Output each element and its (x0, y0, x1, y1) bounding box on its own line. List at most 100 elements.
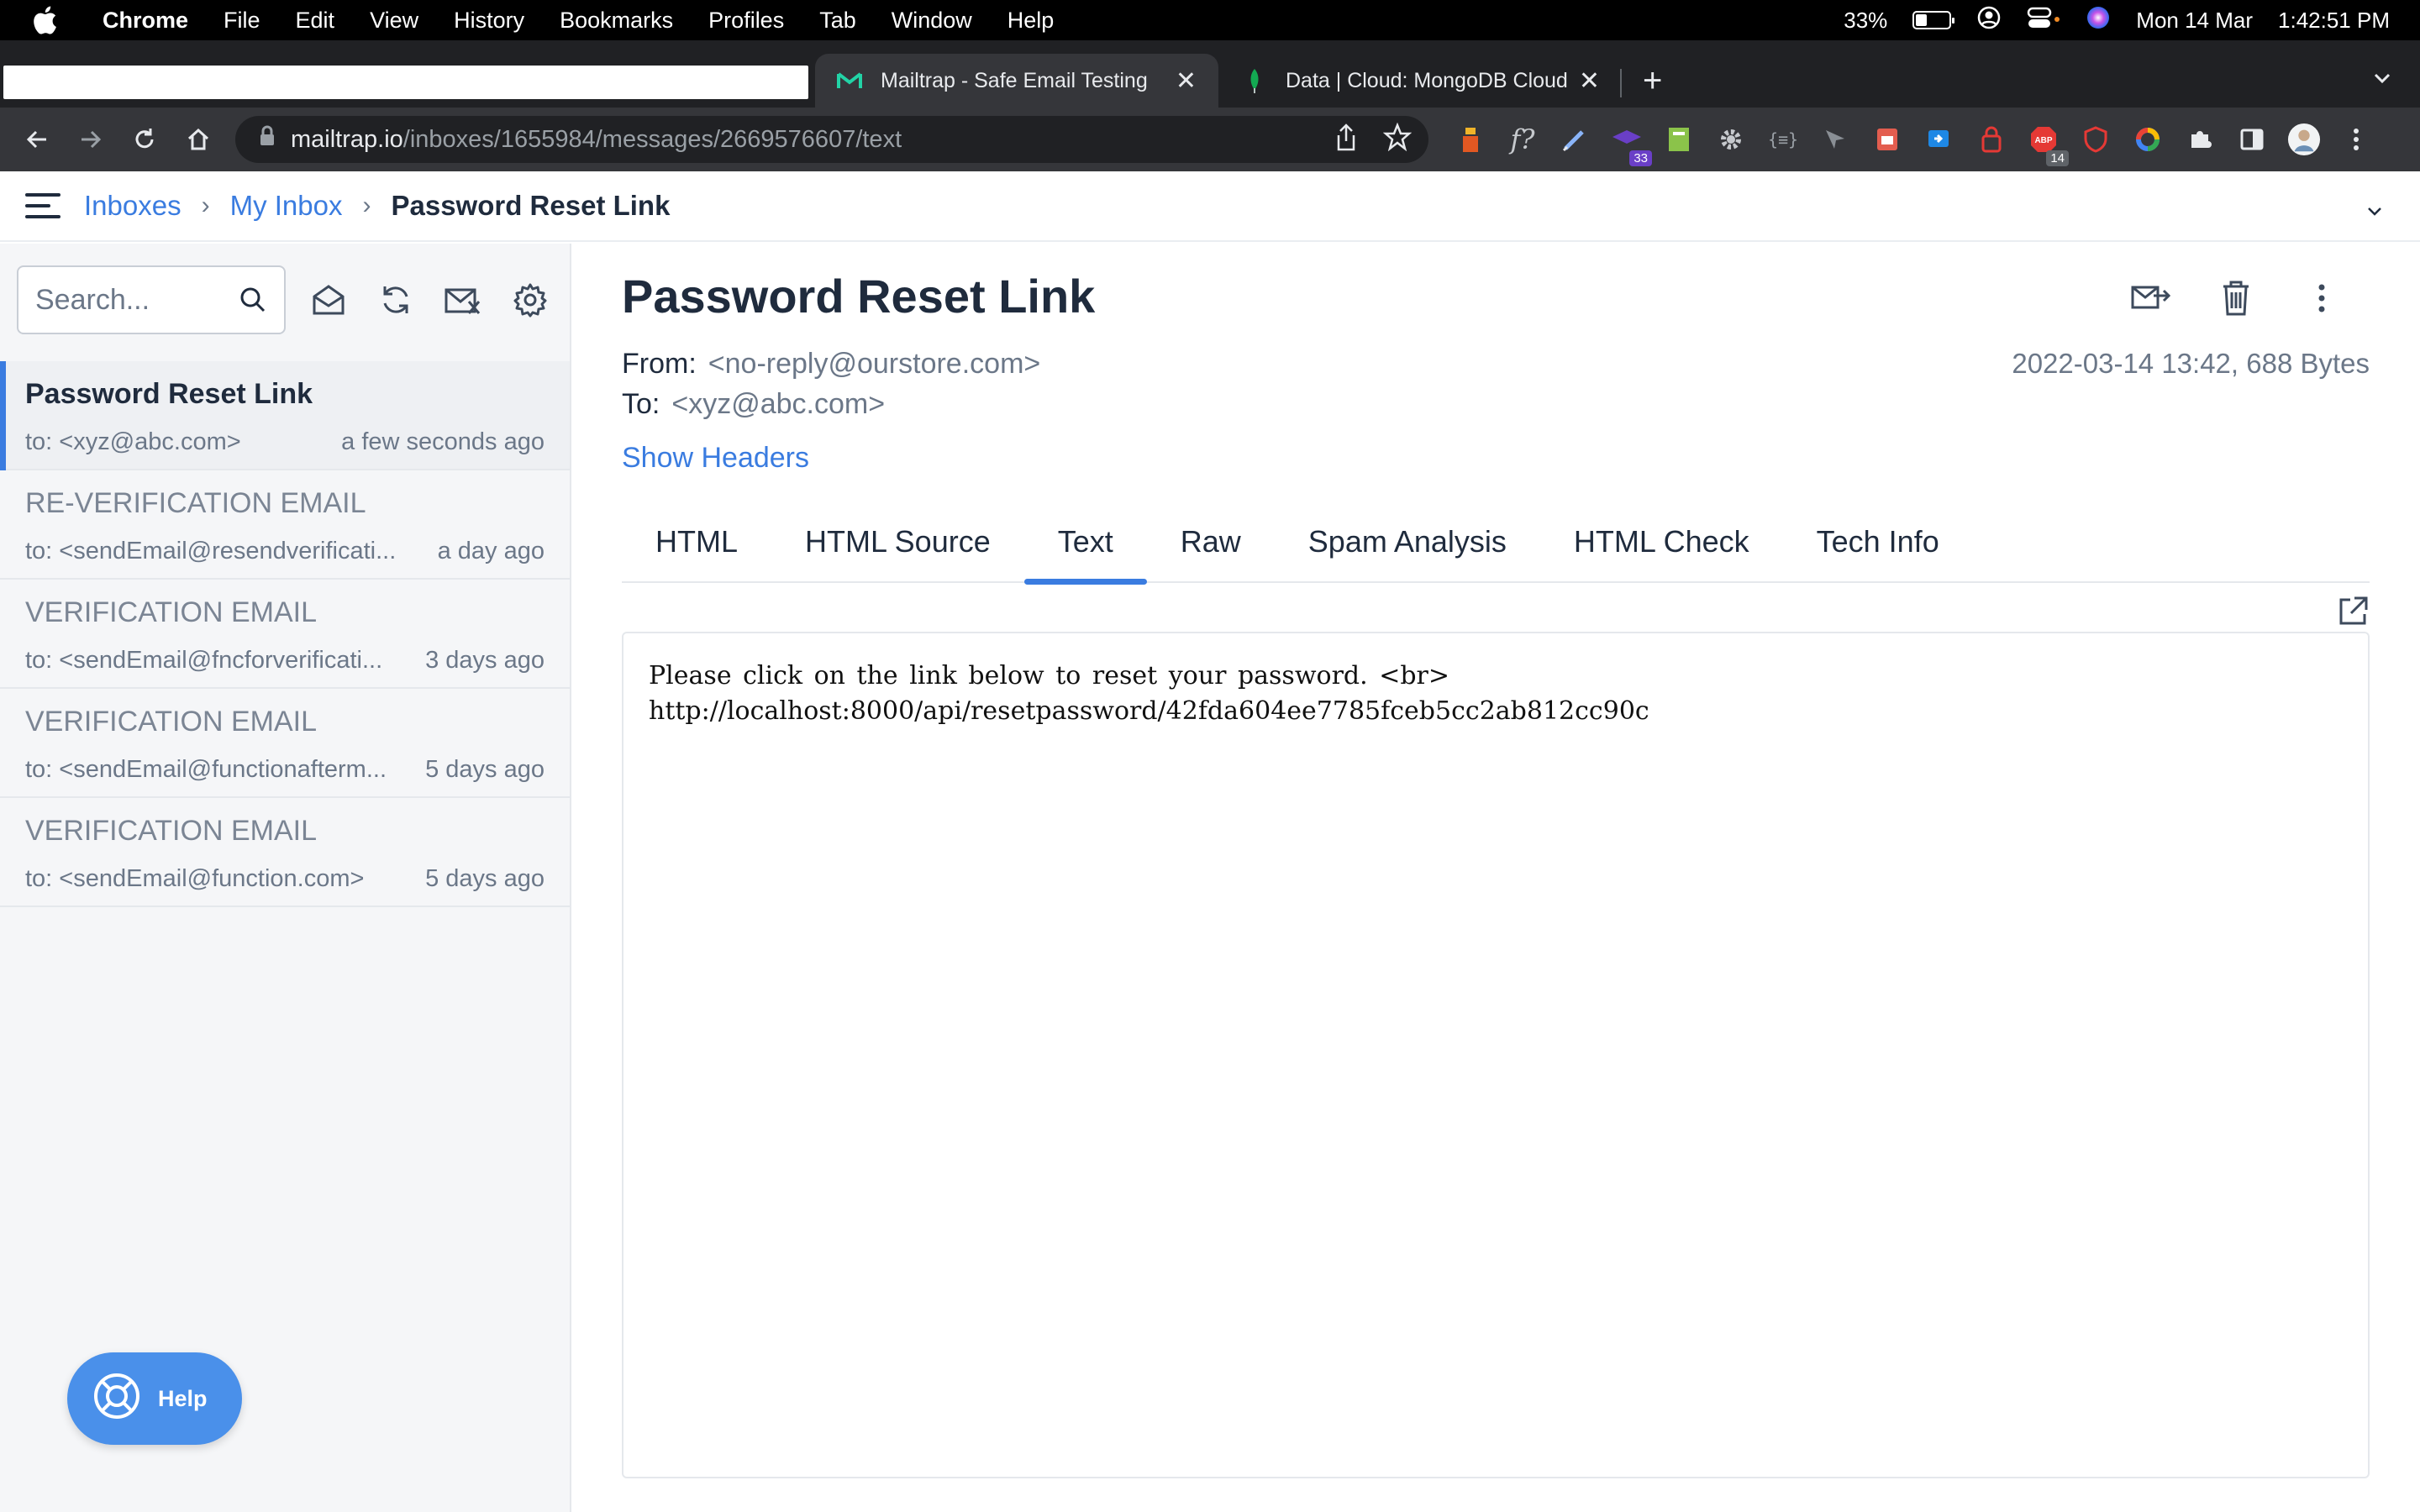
tab-html[interactable]: HTML (622, 521, 771, 581)
back-arrow-icon[interactable] (17, 119, 57, 160)
menu-window[interactable]: Window (892, 8, 972, 34)
extension-font-icon[interactable]: f? (1506, 123, 1539, 156)
chevron-down-icon[interactable] (2365, 197, 2385, 228)
forward-email-icon[interactable] (2129, 277, 2171, 319)
tab-search-chevron-icon[interactable] (2371, 67, 2393, 89)
tab-text[interactable]: Text (1023, 521, 1147, 585)
extensions-puzzle-icon[interactable] (2183, 123, 2217, 156)
menu-view[interactable]: View (370, 8, 418, 34)
user-account-icon[interactable] (1976, 5, 2002, 36)
blank-tab-area[interactable] (3, 66, 808, 99)
tab-mailtrap[interactable]: Mailtrap - Safe Email Testing ✕ (815, 54, 1218, 108)
extension-lock-icon[interactable] (1975, 123, 2008, 156)
adblock-label: ABP (2034, 136, 2052, 145)
menu-edit[interactable]: Edit (296, 8, 335, 34)
message-list-item[interactable]: VERIFICATION EMAIL to: <sendEmail@functi… (0, 798, 570, 907)
close-tab-icon[interactable]: ✕ (1176, 66, 1197, 96)
address-bar[interactable]: mailtrap.io /inboxes/1655984/messages/26… (235, 116, 1428, 163)
apple-logo-icon[interactable] (32, 0, 77, 40)
delete-trash-icon[interactable] (2215, 277, 2257, 319)
message-body-text[interactable]: Please click on the link below to reset … (649, 659, 1649, 729)
more-options-kebab-icon[interactable] (2301, 277, 2343, 319)
search-field[interactable] (17, 265, 286, 334)
search-icon[interactable] (239, 286, 267, 318)
search-input[interactable] (35, 283, 229, 317)
battery-icon[interactable] (1912, 11, 1955, 29)
menu-app-name[interactable]: Chrome (103, 8, 188, 34)
menu-help[interactable]: Help (1007, 8, 1055, 34)
side-panel-icon[interactable] (2235, 123, 2269, 156)
message-list-item[interactable]: VERIFICATION EMAIL to: <sendEmail@functi… (0, 689, 570, 798)
message-list-item[interactable]: RE-VERIFICATION EMAIL to: <sendEmail@res… (0, 470, 570, 580)
siri-icon[interactable] (2086, 5, 2111, 36)
reload-icon[interactable] (124, 119, 165, 160)
refresh-icon[interactable] (376, 281, 415, 319)
message-recipient: to: <sendEmail@resendverificati... (25, 538, 397, 564)
tab-html-check[interactable]: HTML Check (1540, 521, 1783, 581)
extension-badge-count: 14 (2046, 150, 2069, 166)
to-address: <xyz@abc.com> (671, 388, 886, 420)
extension-document-icon[interactable] (1662, 123, 1696, 156)
mark-all-read-envelope-icon[interactable] (309, 281, 348, 319)
menubar-status-area: 33% Mon 14 Mar 1:42:51 PM (1844, 0, 2390, 40)
show-headers-link[interactable]: Show Headers (622, 442, 809, 475)
extension-brackets-icon[interactable]: {≡} (1766, 123, 1800, 156)
breadcrumb-my-inbox[interactable]: My Inbox (230, 190, 343, 222)
message-list-item[interactable]: Password Reset Link to: <xyz@abc.com> a … (0, 361, 570, 470)
menu-file[interactable]: File (224, 8, 260, 34)
body-line-2: http://localhost:8000/api/resetpassword/… (649, 696, 1649, 726)
extension-shield-icon[interactable] (2079, 123, 2112, 156)
menu-profiles[interactable]: Profiles (708, 8, 784, 34)
control-center-icon[interactable] (2027, 5, 2060, 36)
tab-title: Data | Cloud: MongoDB Cloud (1286, 68, 1568, 92)
menubar-date[interactable]: Mon 14 Mar (2136, 8, 2253, 34)
to-row: To: <xyz@abc.com> (622, 388, 885, 421)
mongodb-leaf-icon (1242, 68, 1267, 93)
inbox-settings-gear-icon[interactable] (511, 281, 550, 319)
message-list: Password Reset Link to: <xyz@abc.com> a … (0, 361, 570, 907)
lock-icon[interactable] (259, 125, 276, 154)
extension-screenshot-icon[interactable] (1923, 123, 1956, 156)
close-tab-icon[interactable]: ✕ (1579, 66, 1600, 96)
macos-menu-bar: Chrome File Edit View History Bookmarks … (0, 0, 2420, 40)
bookmark-star-icon[interactable] (1382, 122, 1413, 160)
menubar-time[interactable]: 1:42:51 PM (2278, 8, 2390, 34)
profile-avatar[interactable] (2287, 123, 2321, 156)
chrome-menu-kebab-icon[interactable] (2339, 123, 2373, 156)
extension-color-ring-icon[interactable] (2131, 123, 2165, 156)
breadcrumb-current: Password Reset Link (391, 190, 671, 221)
hamburger-menu-icon[interactable] (25, 193, 60, 218)
tab-mongodb[interactable]: Data | Cloud: MongoDB Cloud ✕ (1220, 54, 1622, 108)
help-button[interactable]: Help (67, 1352, 242, 1445)
inbox-sidebar: Password Reset Link to: <xyz@abc.com> a … (0, 244, 571, 1512)
sidebar-toolbar (309, 281, 550, 319)
extension-graduation-icon[interactable]: 33 (1610, 123, 1652, 166)
tab-spam-analysis[interactable]: Spam Analysis (1275, 521, 1540, 581)
message-time: 5 days ago (425, 756, 544, 783)
extension-gear-icon[interactable] (1714, 123, 1748, 156)
adblock-plus-icon[interactable]: ABP 14 (2027, 123, 2069, 166)
new-tab-button[interactable]: + (1643, 64, 1662, 97)
menu-history[interactable]: History (454, 8, 524, 34)
breadcrumb-inboxes[interactable]: Inboxes (84, 190, 182, 222)
forward-arrow-icon[interactable] (71, 119, 111, 160)
extension-pen-icon[interactable] (1558, 123, 1591, 156)
menu-tab[interactable]: Tab (819, 8, 856, 34)
tab-raw[interactable]: Raw (1147, 521, 1275, 581)
help-label: Help (158, 1385, 208, 1411)
home-icon[interactable] (178, 119, 218, 160)
message-date-size: 2022-03-14 13:42, 688 Bytes (2012, 348, 2370, 379)
extension-bottle-icon[interactable] (1454, 123, 1487, 156)
tab-divider (1620, 69, 1622, 97)
tab-html-source[interactable]: HTML Source (771, 521, 1024, 581)
message-subject: RE-VERIFICATION EMAIL (25, 487, 366, 519)
tab-tech-info[interactable]: Tech Info (1783, 521, 1973, 581)
message-list-item[interactable]: VERIFICATION EMAIL to: <sendEmail@fncfor… (0, 580, 570, 689)
open-in-new-window-icon[interactable] (2336, 595, 2370, 628)
clear-inbox-icon[interactable] (444, 281, 482, 319)
extension-cursor-icon[interactable] (1818, 123, 1852, 156)
menu-bookmarks[interactable]: Bookmarks (560, 8, 673, 34)
share-icon[interactable] (1334, 123, 1358, 160)
message-title: Password Reset Link (622, 270, 1096, 323)
extension-css-icon[interactable] (1870, 123, 1904, 156)
